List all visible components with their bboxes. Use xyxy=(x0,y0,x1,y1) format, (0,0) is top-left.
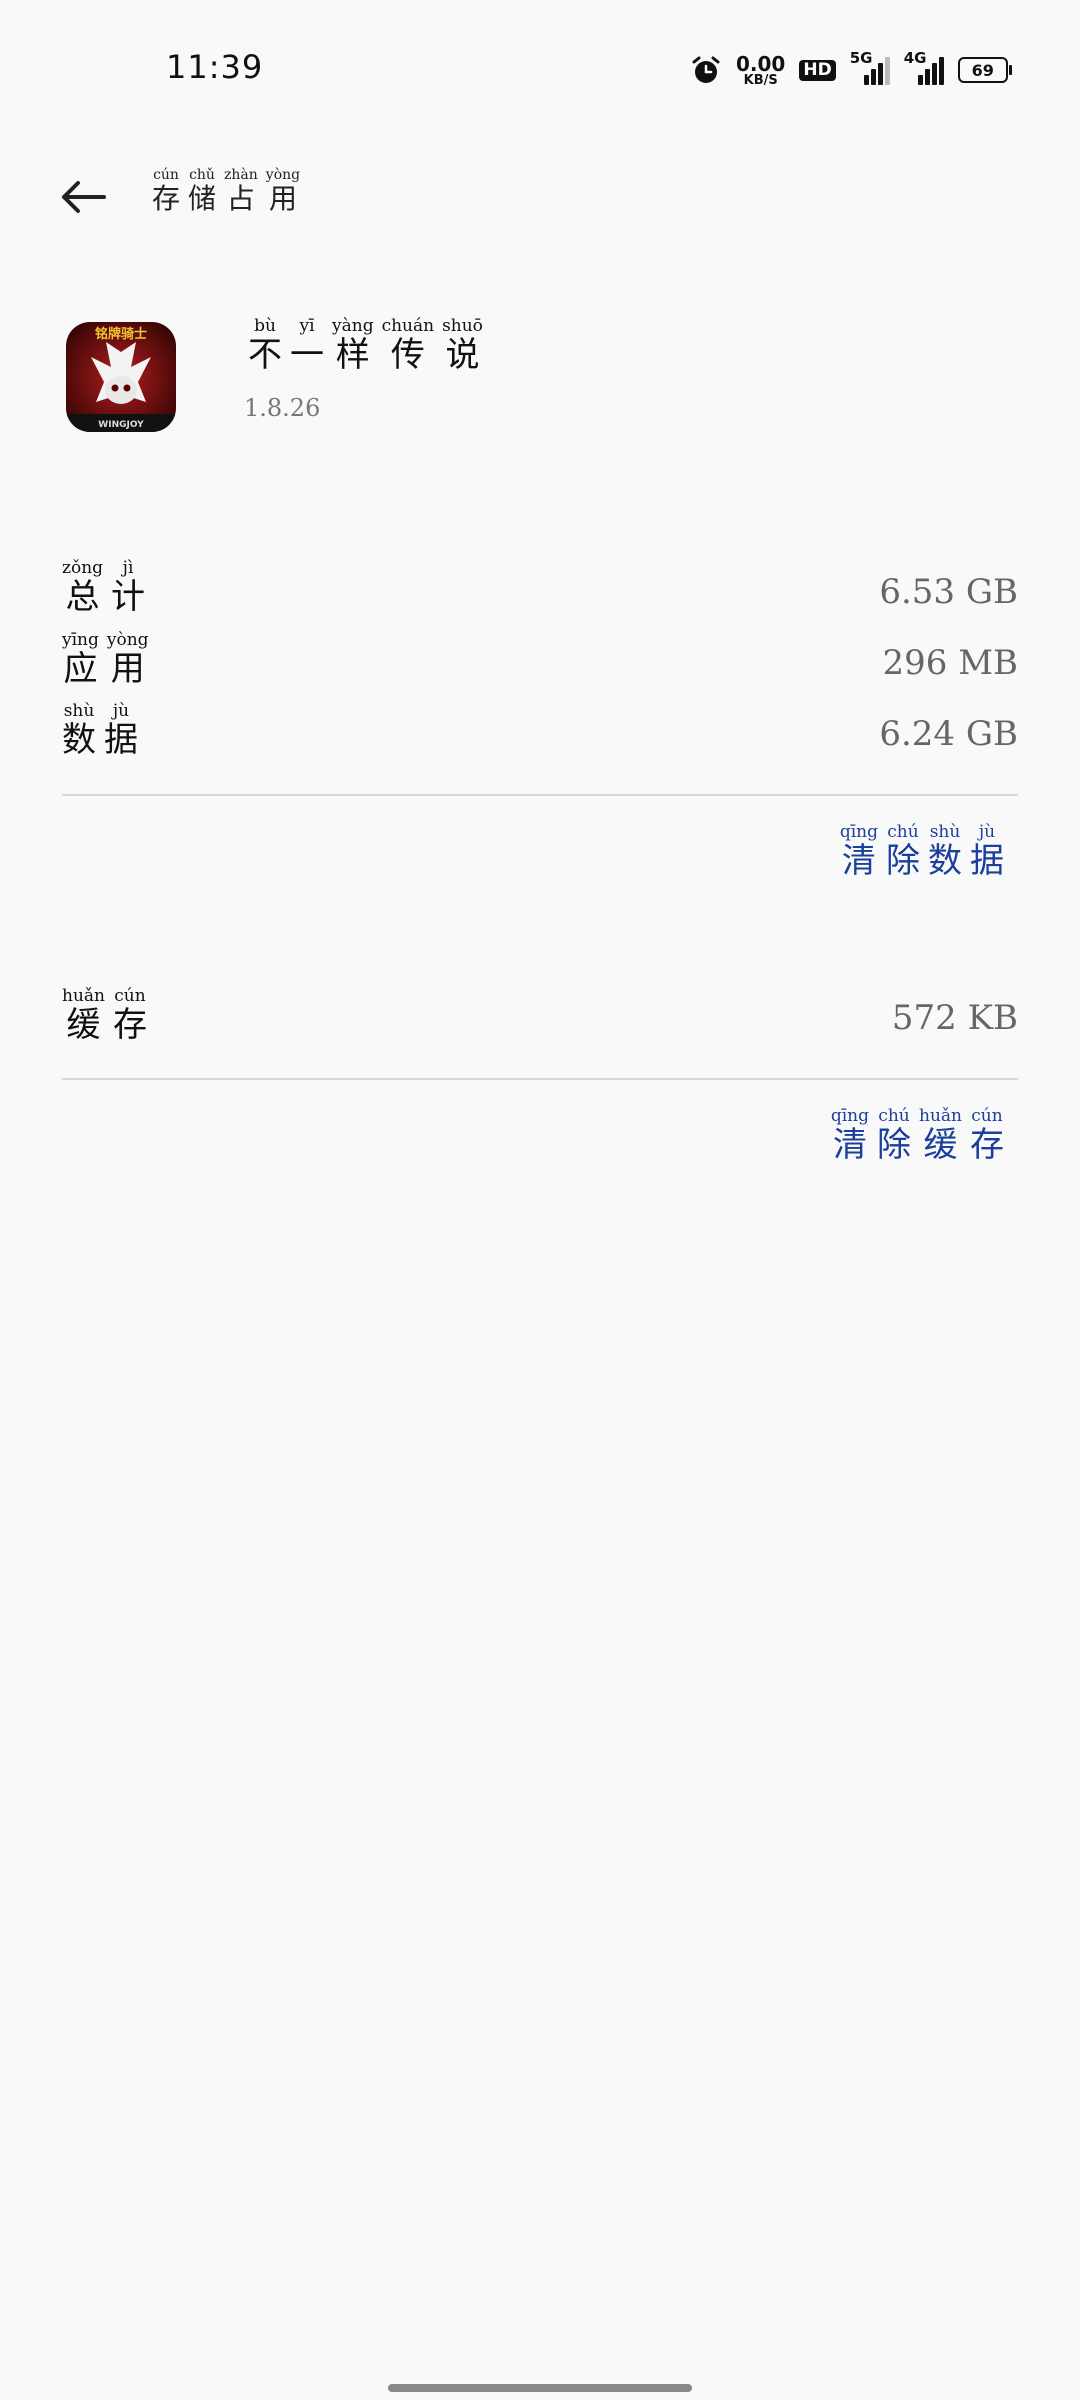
pinyin: jù xyxy=(970,822,1004,842)
char: 样yàng xyxy=(332,316,374,375)
pinyin: chuán xyxy=(381,316,435,336)
pinyin: yī xyxy=(290,316,324,336)
char: 说shuō xyxy=(442,316,483,375)
app-name: 不bù一yī样yàng传chuán说shuō xyxy=(248,316,491,376)
char: 数shù xyxy=(928,822,962,881)
data-label: 数shù据jù xyxy=(62,701,146,761)
pinyin: shuō xyxy=(442,316,483,336)
char: 除chú xyxy=(877,1106,912,1165)
pinyin: yīng xyxy=(62,630,99,650)
char: 传chuán xyxy=(381,316,435,375)
pinyin: jì xyxy=(111,558,146,578)
char: 清qīng xyxy=(830,1106,870,1165)
net-speed-value: 0.00 xyxy=(736,51,786,76)
page-title: 存cún储chǔ占zhàn用yòng xyxy=(152,167,308,217)
pinyin: cún xyxy=(112,986,147,1006)
pinyin: cún xyxy=(969,1106,1004,1126)
char: 除chú xyxy=(886,822,920,881)
battery-level: 69 xyxy=(971,60,994,80)
char: 储chǔ xyxy=(188,167,217,215)
cache-label: 缓huǎn存cún xyxy=(62,986,155,1046)
data-value: 6.24 GB xyxy=(879,714,1018,754)
char: 不bù xyxy=(248,316,282,375)
char: 一yī xyxy=(290,316,324,375)
pinyin: shù xyxy=(62,701,96,721)
char: 据jù xyxy=(104,701,138,760)
pinyin: yòng xyxy=(265,167,301,183)
char: 应yīng xyxy=(62,630,99,689)
total-label: 总zǒng计jì xyxy=(62,558,153,618)
char: 数shù xyxy=(62,701,96,760)
char: 占zhàn xyxy=(224,167,258,215)
pinyin: chú xyxy=(877,1106,911,1126)
net-speed: 0.00 KB/S xyxy=(736,54,785,87)
pinyin: huǎn xyxy=(62,986,105,1006)
app-size-label: 应yīng用yòng xyxy=(62,630,157,690)
char: 总zǒng xyxy=(62,558,104,617)
pinyin: zǒng xyxy=(62,558,104,578)
signal-5g-label: 5G xyxy=(849,49,873,67)
clear-data-button[interactable]: 清qīng除chú数shù据jù xyxy=(839,822,1012,882)
pinyin: bù xyxy=(248,316,282,336)
hd-icon: HD xyxy=(799,59,836,81)
app-size-value: 296 MB xyxy=(882,643,1018,683)
signal-4g-icon: 4G xyxy=(904,49,944,85)
clear-cache-button[interactable]: 清qīng除chú缓huǎn存cún xyxy=(830,1106,1012,1166)
app-icon-top-text: 铭牌骑士 xyxy=(95,326,147,342)
signal-5g-icon: 5G xyxy=(850,49,890,85)
divider xyxy=(62,794,1018,796)
cache-value: 572 KB xyxy=(891,998,1018,1038)
pinyin: cún xyxy=(152,167,180,183)
net-speed-unit: KB/S xyxy=(743,72,778,88)
pinyin: yòng xyxy=(106,630,149,650)
char: 缓huǎn xyxy=(62,986,105,1045)
pinyin: chǔ xyxy=(188,167,217,183)
char: 存cún xyxy=(152,167,181,215)
char: 存cún xyxy=(112,986,147,1045)
status-time: 11:39 xyxy=(166,48,264,86)
char: 存cún xyxy=(969,1106,1004,1165)
pinyin: shù xyxy=(928,822,962,842)
app-version: 1.8.26 xyxy=(244,394,321,422)
char: 缓huǎn xyxy=(919,1106,962,1165)
app-icon: 铭牌骑士 WINGJOY xyxy=(66,322,176,432)
pinyin: yàng xyxy=(332,316,374,336)
pinyin: jù xyxy=(104,701,138,721)
char: 用yòng xyxy=(106,630,149,689)
char: 清qīng xyxy=(839,822,878,881)
char: 据jù xyxy=(970,822,1004,881)
signal-4g-label: 4G xyxy=(903,49,927,67)
app-icon-bottom-text: WINGJOY xyxy=(98,420,144,430)
back-arrow-icon[interactable] xyxy=(58,172,108,222)
alarm-icon xyxy=(692,56,720,83)
status-icons: 0.00 KB/S HD 5G 4G 69 xyxy=(690,49,1012,90)
battery-icon: 69 xyxy=(957,57,1012,83)
pinyin: qīng xyxy=(830,1106,870,1126)
total-value: 6.53 GB xyxy=(879,572,1018,612)
pinyin: zhàn xyxy=(224,167,258,183)
pinyin: huǎn xyxy=(919,1106,962,1126)
pinyin: chú xyxy=(886,822,920,842)
char: 计jì xyxy=(111,558,146,617)
divider xyxy=(62,1078,1018,1080)
char: 用yòng xyxy=(265,167,301,215)
home-indicator[interactable] xyxy=(388,2384,692,2392)
pinyin: qīng xyxy=(839,822,878,842)
